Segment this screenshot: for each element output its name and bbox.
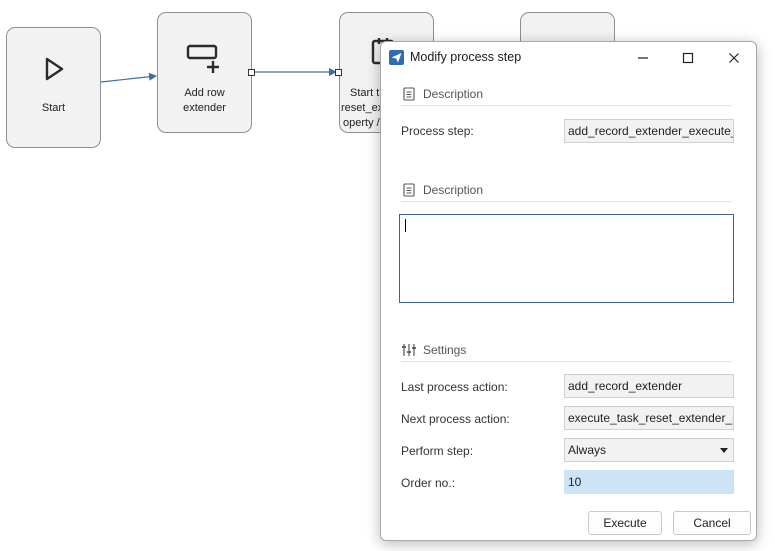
document-icon (401, 182, 417, 198)
section-header-description: Description (401, 83, 732, 106)
process-step-field[interactable]: add_record_extender_execute_ta (564, 119, 734, 143)
perform-step-value: Always (568, 443, 607, 457)
last-process-action-field[interactable]: add_record_extender (564, 374, 734, 398)
connector-start-to-add-row (100, 72, 157, 83)
node-label: Start (41, 102, 66, 114)
close-icon (729, 53, 739, 63)
perform-step-select[interactable]: Always (564, 438, 734, 462)
close-button[interactable] (719, 46, 749, 70)
last-process-action-label: Last process action: (401, 380, 508, 394)
section-header-description-2: Description (401, 179, 732, 202)
text-caret (405, 219, 406, 232)
execute-button[interactable]: Execute (588, 511, 662, 535)
cancel-button[interactable]: Cancel (673, 511, 751, 535)
perform-step-label: Perform step: (401, 444, 474, 458)
next-process-action-label: Next process action: (401, 412, 510, 426)
paper-plane-icon (389, 50, 404, 65)
section-header-settings: Settings (401, 339, 732, 362)
connection-handle[interactable] (335, 69, 342, 76)
section-title: Description (423, 183, 484, 197)
sliders-icon (401, 342, 417, 358)
node-start[interactable]: Start (6, 27, 101, 148)
node-add-row-extender[interactable]: Add row extender (157, 12, 252, 133)
document-icon (401, 86, 417, 102)
node-label-line-2: extender (183, 102, 226, 114)
next-process-action-field[interactable]: execute_task_reset_extender_pro (564, 406, 734, 430)
dialog-titlebar[interactable]: Modify process step (381, 42, 756, 73)
minimize-icon (638, 57, 648, 59)
order-no-label: Order no.: (401, 476, 456, 490)
connection-handle[interactable] (248, 69, 255, 76)
add-row-icon (158, 43, 251, 73)
dialog-title: Modify process step (410, 50, 522, 64)
order-no-input[interactable]: 10 (564, 470, 734, 494)
node-label-line-1: Add row (184, 87, 225, 99)
maximize-button[interactable] (673, 46, 703, 70)
minimize-button[interactable] (628, 46, 658, 70)
section-title: Settings (423, 343, 467, 357)
description-textarea[interactable] (399, 214, 734, 303)
maximize-icon (682, 52, 694, 64)
section-title: Description (423, 87, 484, 101)
process-step-label: Process step: (401, 124, 474, 138)
chevron-down-icon (720, 448, 728, 453)
play-icon (7, 57, 100, 81)
modify-process-step-dialog: Modify process step Description Process … (380, 41, 757, 541)
